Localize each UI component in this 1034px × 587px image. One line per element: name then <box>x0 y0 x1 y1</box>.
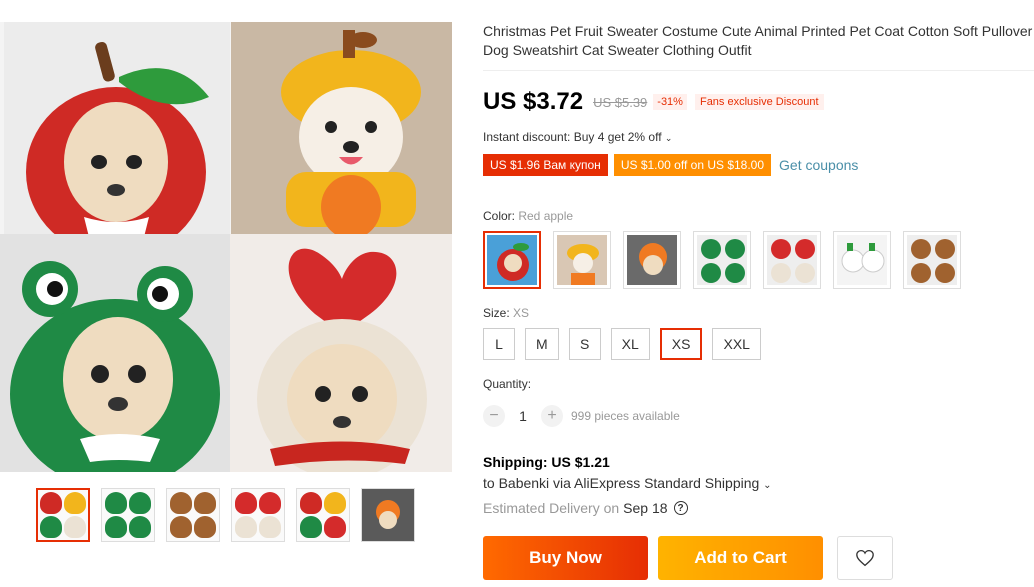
thumbnail-1[interactable] <box>36 488 90 542</box>
size-option-xxl[interactable]: XXL <box>712 328 761 360</box>
size-label: Size: XS <box>483 306 529 320</box>
image-dog-heart-hoodie <box>230 234 452 472</box>
instant-discount[interactable]: Instant discount: Buy 4 get 2% off ⌄ <box>483 130 672 144</box>
coupon-store[interactable]: US $1.96 Вам купон <box>483 154 608 176</box>
buy-now-button[interactable]: Buy Now <box>483 536 648 580</box>
original-price: US $5.39 <box>593 94 648 110</box>
thumbnail-6[interactable] <box>361 488 415 542</box>
product-title: Christmas Pet Fruit Sweater Costume Cute… <box>483 23 1033 58</box>
action-buttons: Buy Now Add to Cart <box>483 536 893 580</box>
image-dog-yellow-orange <box>231 22 452 247</box>
delivery-label: Estimated Delivery on <box>483 500 620 516</box>
coupon-row: US $1.96 Вам купон US $1.00 off on US $1… <box>483 154 858 176</box>
image-dog-red-apple <box>4 22 230 247</box>
size-option-m[interactable]: M <box>525 328 559 360</box>
shipping-destination[interactable]: to Babenki via AliExpress Standard Shipp… <box>483 475 772 491</box>
estimated-delivery: Estimated Delivery on Sep 18 ? <box>483 500 688 516</box>
size-label-text: Size: <box>483 306 514 320</box>
quantity-available: 999 pieces available <box>571 409 680 423</box>
price-row: US $3.72 US $5.39 -31% Fans exclusive Di… <box>483 88 824 116</box>
size-option-xl[interactable]: XL <box>610 328 650 360</box>
color-option-orange[interactable] <box>623 231 681 289</box>
color-option-red-apple[interactable] <box>483 231 541 289</box>
chevron-down-icon: ⌄ <box>664 133 673 143</box>
color-option-red-heart[interactable] <box>763 231 821 289</box>
size-option-xs[interactable]: XS <box>659 328 703 360</box>
thumbnail-3[interactable] <box>166 488 220 542</box>
quantity-label: Quantity: <box>483 377 532 391</box>
color-option-white-green[interactable] <box>833 231 891 289</box>
size-option-l[interactable]: L <box>483 328 515 360</box>
color-options <box>483 231 961 289</box>
coupon-select[interactable]: US $1.00 off on US $18.00 <box>613 154 772 176</box>
divider <box>483 70 1034 71</box>
quantity-minus-button[interactable]: − <box>483 405 505 427</box>
question-circle-icon[interactable]: ? <box>673 501 688 515</box>
quantity-plus-button[interactable]: + <box>541 405 563 427</box>
discount-badge: -31% <box>653 94 687 110</box>
thumbnail-4[interactable] <box>231 488 285 542</box>
size-options: L M S XL XS XXL <box>483 328 761 360</box>
main-product-image[interactable] <box>0 22 452 472</box>
color-label-text: Color: <box>483 209 519 223</box>
color-option-green-frog[interactable] <box>693 231 751 289</box>
image-thumbnails <box>36 488 415 542</box>
chevron-down-icon: ⌄ <box>763 480 772 491</box>
get-coupons-link[interactable]: Get coupons <box>779 157 858 173</box>
instant-discount-text: Instant discount: Buy 4 get 2% off <box>483 130 662 144</box>
shipping-cost: Shipping: US $1.21 <box>483 454 610 470</box>
thumbnail-2[interactable] <box>101 488 155 542</box>
thumbnail-5[interactable] <box>296 488 350 542</box>
color-option-yellow[interactable] <box>553 231 611 289</box>
quantity-input[interactable]: 1 <box>505 408 541 424</box>
color-selected-value: Red apple <box>518 209 574 223</box>
fans-discount-tag: Fans exclusive Discount <box>694 94 824 110</box>
image-dog-green-frog <box>0 234 230 472</box>
delivery-date: Sep 18 <box>623 500 668 516</box>
size-option-s[interactable]: S <box>568 328 601 360</box>
current-price: US $3.72 <box>483 88 584 115</box>
shipping-destination-text: to Babenki via AliExpress Standard Shipp… <box>483 475 760 491</box>
quantity-stepper: − 1 + 999 pieces available <box>483 405 680 427</box>
color-option-brown-reindeer[interactable] <box>903 231 961 289</box>
add-to-cart-button[interactable]: Add to Cart <box>658 536 823 580</box>
wishlist-button[interactable] <box>837 536 893 580</box>
size-selected-value: XS <box>513 306 530 320</box>
color-label: Color: Red apple <box>483 209 573 223</box>
heart-icon <box>856 549 874 567</box>
